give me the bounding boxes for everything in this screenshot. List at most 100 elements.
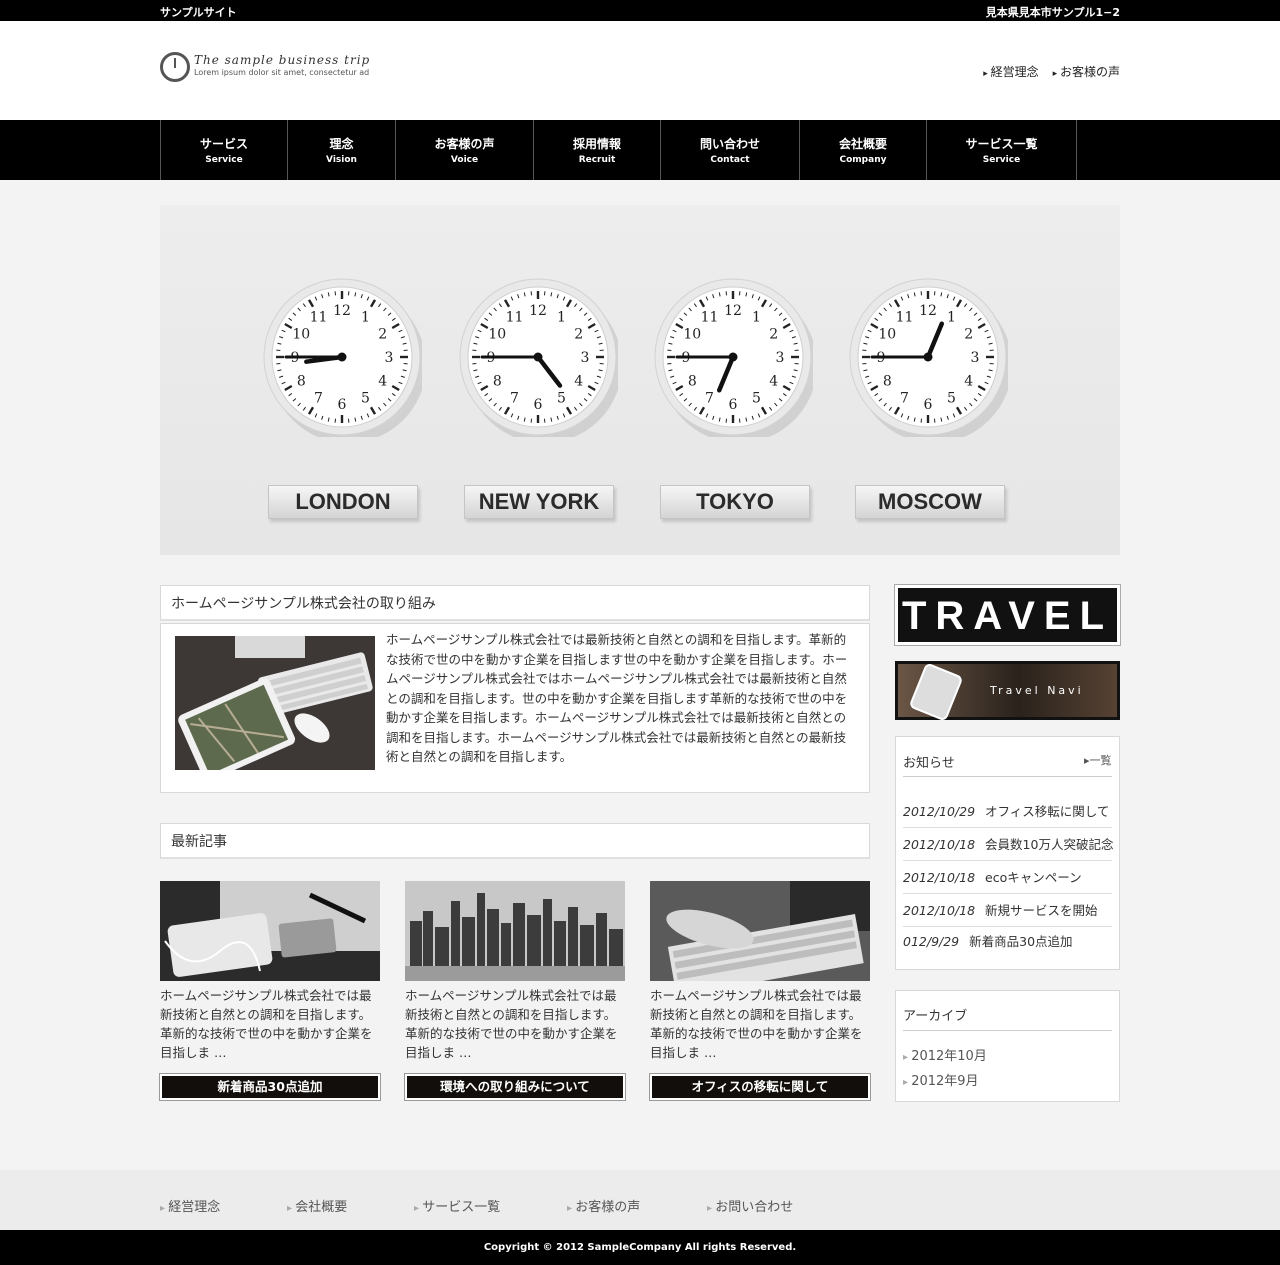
travel-banner-text: TRAVEL — [901, 594, 1114, 638]
article-button-new-products[interactable]: 新着商品30点追加 — [159, 1073, 381, 1101]
clock-numeral: 4 — [378, 374, 387, 390]
nav-label: 問い合わせ — [699, 137, 760, 151]
clock-numeral: 4 — [964, 374, 973, 390]
clock-center — [337, 352, 347, 362]
header-link-voice[interactable]: お客様の声 — [1053, 63, 1120, 80]
footer-link-service-list[interactable]: サービス一覧 — [414, 1196, 500, 1215]
smartphone-icon — [908, 662, 964, 722]
clock-numeral: 6 — [338, 397, 347, 413]
clock-numeral: 12 — [529, 303, 547, 319]
nav-label: 会社概要 — [838, 137, 887, 151]
nav-item-contact[interactable]: 問い合わせ Contact — [661, 120, 800, 180]
clock-numeral: 1 — [752, 309, 761, 325]
clock-numeral: 6 — [729, 397, 738, 413]
hero-banner: 123456789101112 123456789101112 12345678… — [160, 205, 1120, 555]
article-excerpt: ホームページサンプル株式会社では最新技術と自然との調和を目指します。革新的な技術… — [160, 988, 373, 1060]
clock-numeral: 5 — [752, 391, 761, 407]
news-date: 2012/10/18 — [903, 903, 976, 918]
clock-face: 123456789101112 — [654, 278, 813, 437]
nav-item-service-list[interactable]: サービス一覧 Service — [927, 120, 1077, 180]
nav-item-voice[interactable]: お客様の声 Voice — [396, 120, 534, 180]
nav-item-recruit[interactable]: 採用情報 Recruit — [534, 120, 661, 180]
clock-numeral: 3 — [776, 350, 785, 366]
clock-numeral: 8 — [297, 374, 306, 390]
clock-numeral: 12 — [333, 303, 351, 319]
clock-numeral: 10 — [292, 327, 310, 343]
article-card: ホームページサンプル株式会社では最新技術と自然との調和を目指します。革新的な技術… — [159, 881, 381, 1101]
city-label-moscow: MOSCOW — [855, 485, 1005, 519]
clock-numeral: 5 — [361, 391, 370, 407]
header: The sample business trip Lorem ipsum dol… — [0, 21, 1280, 120]
article-image-city[interactable] — [405, 881, 625, 981]
article-button-environment[interactable]: 環境への取り組みについて — [404, 1073, 626, 1101]
site-name: サンプルサイト — [160, 6, 237, 19]
news-item[interactable]: 2012/10/29 オフィス移転に関して — [903, 796, 1112, 828]
clock-numeral: 1 — [557, 309, 566, 325]
clock-logo-icon — [160, 52, 190, 82]
news-date: 2012/10/29 — [903, 804, 976, 819]
site-logo[interactable]: The sample business trip Lorem ipsum dol… — [160, 51, 369, 85]
address: 見本県見本市サンプル1−2 — [985, 6, 1120, 19]
clock-face: 123456789101112 — [849, 278, 1008, 437]
clock-numeral: 5 — [947, 391, 956, 407]
archive-title: アーカイブ — [903, 1009, 968, 1024]
footer-link-contact[interactable]: お問い合わせ — [707, 1196, 793, 1215]
travel-banner[interactable]: TRAVEL — [894, 584, 1121, 646]
nav-label: 採用情報 — [572, 137, 621, 151]
recent-heading: 最新記事 — [160, 823, 870, 859]
clock-numeral: 11 — [701, 309, 719, 325]
copyright: Copyright © 2012 SampleCompany All right… — [0, 1230, 1280, 1265]
article-image-keyboard[interactable] — [650, 881, 870, 981]
news-date: 012/9/29 — [903, 934, 960, 949]
nav-label: 理念 — [329, 137, 354, 151]
archive-link[interactable]: 2012年10月 — [903, 1045, 987, 1064]
footer-link-philosophy[interactable]: 経営理念 — [160, 1196, 220, 1215]
article-image-phone[interactable] — [160, 881, 380, 981]
article-excerpt: ホームページサンプル株式会社では最新技術と自然との調和を目指します。革新的な技術… — [650, 988, 863, 1060]
logo-tagline: Lorem ipsum dolor sit amet, consectetur … — [194, 68, 370, 77]
clock-face: 123456789101112 — [263, 278, 422, 437]
footer-link-company[interactable]: 会社概要 — [287, 1196, 347, 1215]
article-card: ホームページサンプル株式会社では最新技術と自然との調和を目指します。革新的な技術… — [404, 881, 626, 1101]
article-button-office-move[interactable]: オフィスの移転に関して — [649, 1073, 871, 1101]
nav-sublabel: Voice — [450, 155, 479, 165]
news-date: 2012/10/18 — [903, 837, 976, 852]
travel-navi-banner[interactable]: Travel Navi — [895, 661, 1120, 722]
clock-numeral: 3 — [581, 350, 590, 366]
footer-nav: 経営理念 会社概要 サービス一覧 お客様の声 お問い合わせ — [0, 1170, 1280, 1230]
nav-sublabel: Service — [205, 155, 243, 165]
clock-numeral: 7 — [510, 391, 519, 407]
news-more-link[interactable]: ▸一覧 — [1084, 752, 1112, 768]
nav-item-vision[interactable]: 理念 Vision — [288, 120, 396, 180]
clock-numeral: 7 — [900, 391, 909, 407]
news-item[interactable]: 2012/10/18 新規サービスを開始 — [903, 895, 1112, 927]
news-item[interactable]: 2012/10/18 ecoキャンペーン — [903, 862, 1112, 894]
clock-numeral: 11 — [896, 309, 914, 325]
clock-numeral: 3 — [971, 350, 980, 366]
clock-numeral: 3 — [385, 350, 394, 366]
news-text: 会員数10万人突破記念 — [985, 837, 1114, 852]
intro-image — [175, 636, 375, 770]
travel-navi-text: Travel Navi — [990, 684, 1084, 697]
nav-item-service[interactable]: サービス Service — [161, 120, 288, 180]
clock-numeral: 2 — [574, 327, 583, 343]
article-card: ホームページサンプル株式会社では最新技術と自然との調和を目指します。革新的な技術… — [649, 881, 871, 1101]
clock-numeral: 1 — [361, 309, 370, 325]
nav-item-company[interactable]: 会社概要 Company — [800, 120, 927, 180]
nav-label: お客様の声 — [434, 137, 495, 151]
archive-link[interactable]: 2012年9月 — [903, 1070, 978, 1089]
header-link-philosophy[interactable]: 経営理念 — [983, 63, 1039, 80]
clock-numeral: 4 — [769, 374, 778, 390]
nav-sublabel: Contact — [710, 155, 750, 165]
city-label-london: LONDON — [268, 485, 418, 519]
clock-numeral: 1 — [947, 309, 956, 325]
phone-card-photo — [160, 881, 380, 981]
footer-link-voice[interactable]: お客様の声 — [567, 1196, 640, 1215]
divider — [903, 776, 1112, 777]
news-more-label: 一覧 — [1089, 754, 1112, 767]
news-item[interactable]: 012/9/29 新着商品30点追加 — [903, 926, 1112, 958]
nav-sublabel: Vision — [326, 155, 357, 165]
clock-numeral: 2 — [378, 327, 387, 343]
news-item[interactable]: 2012/10/18 会員数10万人突破記念 — [903, 829, 1114, 861]
logo-title: The sample business trip — [194, 53, 371, 67]
